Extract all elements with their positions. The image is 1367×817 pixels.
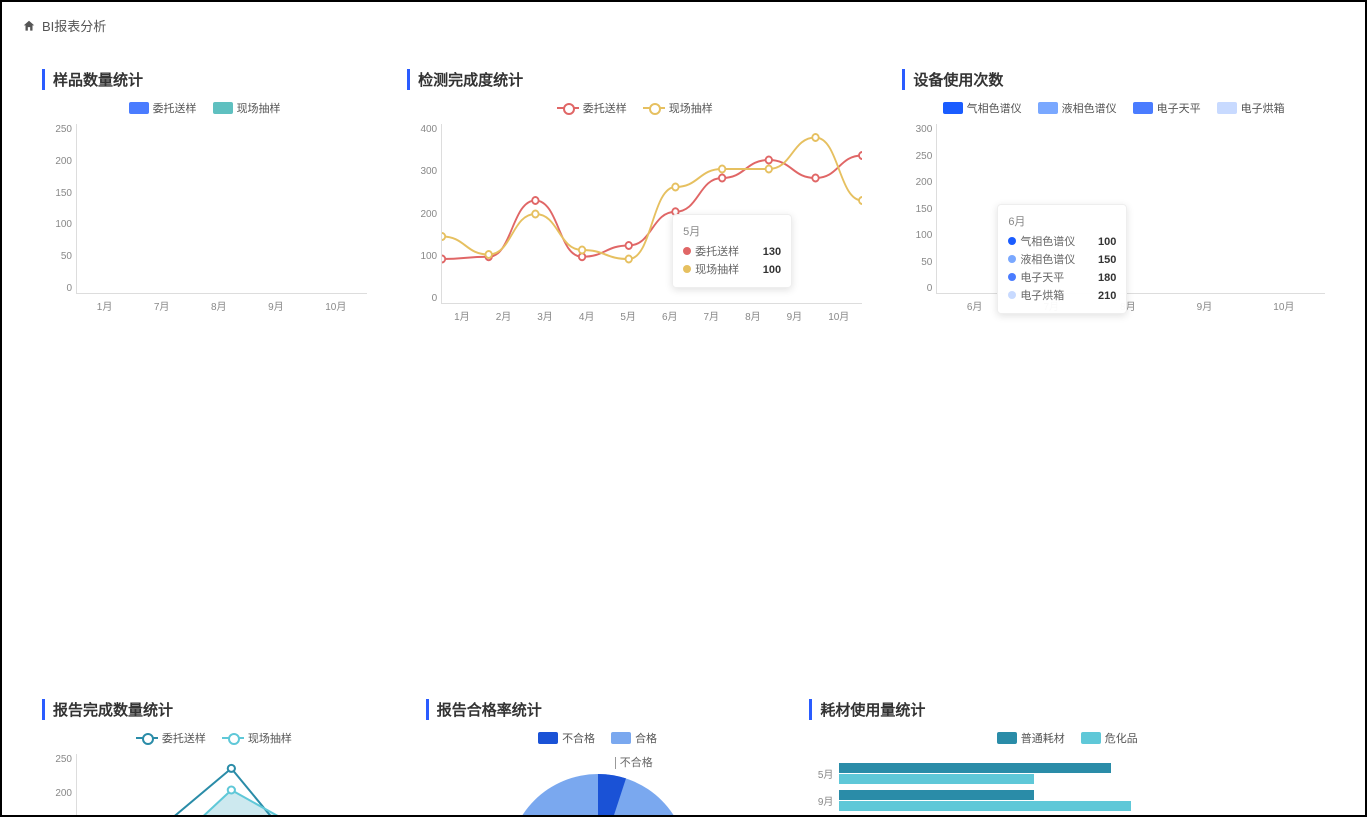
legend-item[interactable]: 现场抽样: [643, 100, 713, 116]
x-axis: 1月7月8月9月10月: [76, 298, 367, 313]
y-axis: 250200150100500: [42, 754, 72, 817]
breadcrumb: BI报表分析: [2, 2, 1365, 49]
legend: 委托送样 现场抽样: [42, 100, 367, 116]
card-title: 报告合格率统计: [426, 699, 770, 720]
card-title: 样品数量统计: [42, 69, 367, 90]
x-axis: 6月7月8月9月10月: [936, 298, 1325, 313]
card-title: 设备使用次数: [902, 69, 1325, 90]
home-icon: [22, 19, 36, 33]
legend-item[interactable]: 气相色谱仪: [943, 100, 1022, 116]
legend-item[interactable]: 现场抽样: [213, 100, 281, 116]
pie-plot[interactable]: 不合格 合格: [426, 754, 770, 817]
legend-item[interactable]: 委托送样: [136, 730, 206, 746]
pie-label-top: 不合格: [615, 754, 653, 770]
legend-item[interactable]: 电子烘箱: [1217, 100, 1285, 116]
legend-item[interactable]: 普通耗材: [997, 730, 1065, 746]
card-detection-completion: 检测完成度统计 委托送样 现场抽样 4003002001000 5月 委托送样1…: [407, 69, 862, 324]
legend-item[interactable]: 委托送样: [557, 100, 627, 116]
legend-item[interactable]: 危化品: [1081, 730, 1138, 746]
legend: 委托送样 现场抽样: [42, 730, 386, 746]
legend-item[interactable]: 现场抽样: [222, 730, 292, 746]
card-report-pass-rate: 报告合格率统计 不合格 合格 不合格 合格: [426, 699, 770, 817]
legend: 不合格 合格: [426, 730, 770, 746]
bar-plot[interactable]: 6月 气相色谱仪100 液相色谱仪150 电子天平180 电子烘箱210: [936, 124, 1325, 294]
legend-item[interactable]: 合格: [611, 730, 657, 746]
card-title: 检测完成度统计: [407, 69, 862, 90]
card-sample-count: 样品数量统计 委托送样 现场抽样 250200150100500 1月7月8月9…: [42, 69, 367, 324]
bar-plot[interactable]: [76, 124, 367, 294]
tooltip: 5月 委托送样130 现场抽样100: [672, 214, 792, 288]
legend: 气相色谱仪 液相色谱仪 电子天平 电子烘箱: [902, 100, 1325, 116]
y-axis: 4003002001000: [407, 124, 437, 304]
y-axis: 300250200150100500: [902, 124, 932, 294]
hbar-plot[interactable]: 5月9月8月7月6月: [809, 754, 1325, 817]
legend-item[interactable]: 委托送样: [129, 100, 197, 116]
legend-item[interactable]: 液相色谱仪: [1038, 100, 1117, 116]
card-title: 耗材使用量统计: [809, 699, 1325, 720]
legend-item[interactable]: 电子天平: [1133, 100, 1201, 116]
legend: 委托送样 现场抽样: [407, 100, 862, 116]
area-plot[interactable]: [76, 754, 386, 817]
y-axis: 250200150100500: [42, 124, 72, 294]
tooltip: 6月 气相色谱仪100 液相色谱仪150 电子天平180 电子烘箱210: [997, 204, 1127, 314]
legend-item[interactable]: 不合格: [538, 730, 595, 746]
card-consumable-usage: 耗材使用量统计 普通耗材 危化品 5月9月8月7月6月 050100150200…: [809, 699, 1325, 817]
legend: 普通耗材 危化品: [809, 730, 1325, 746]
card-report-completion: 报告完成数量统计 委托送样 现场抽样 250200150100500 6月7月8…: [42, 699, 386, 817]
card-title: 报告完成数量统计: [42, 699, 386, 720]
breadcrumb-title: BI报表分析: [42, 16, 106, 35]
card-device-usage: 设备使用次数 气相色谱仪 液相色谱仪 电子天平 电子烘箱 30025020015…: [902, 69, 1325, 324]
x-axis: 1月2月3月4月5月6月7月8月9月10月: [441, 308, 862, 323]
line-plot[interactable]: 5月 委托送样130 现场抽样100: [441, 124, 862, 304]
